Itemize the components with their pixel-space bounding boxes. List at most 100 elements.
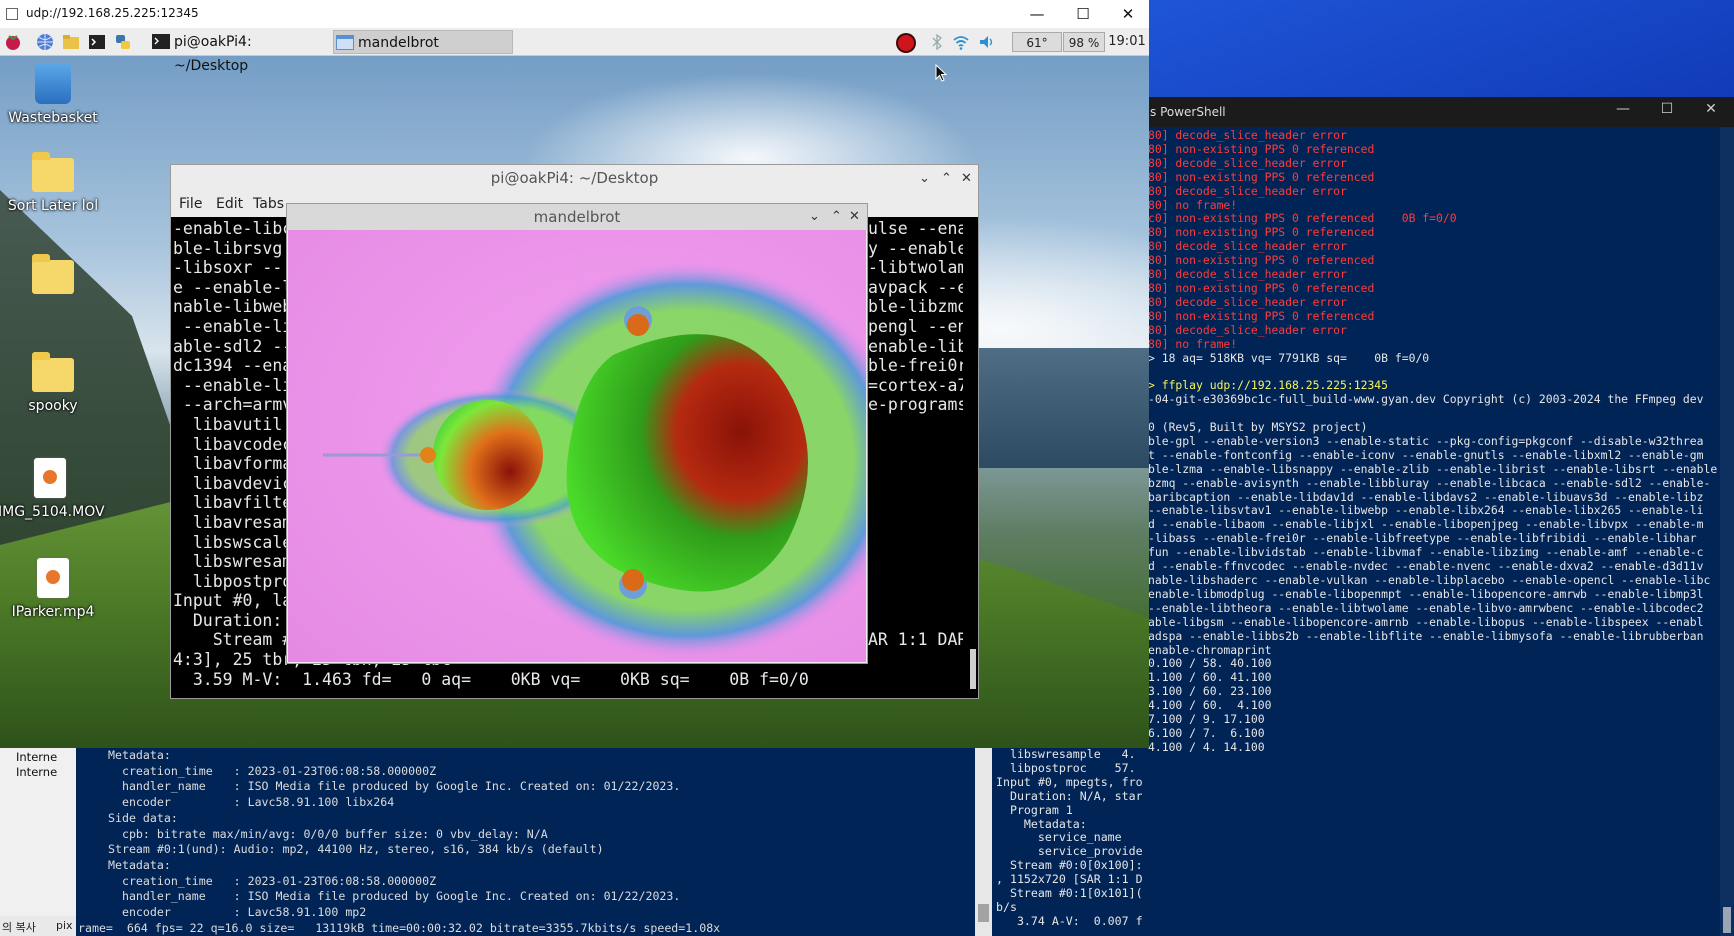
terminal-right-text: ulse --ena y --enable -libtwolam avpack --e… xyxy=(868,219,963,650)
terminal-line: ulse --ena xyxy=(868,219,963,238)
desktop-icon-sort-later[interactable]: Sort Later lol xyxy=(0,152,108,215)
terminal-line: enable-lib xyxy=(868,336,963,356)
chevron-down-icon[interactable]: ⌄ xyxy=(809,204,820,230)
terminal-line: Duration: xyxy=(173,610,283,630)
console-line: d --enable-libaom --enable-libjxl --enab… xyxy=(1148,517,1704,532)
console-line: nable-libshaderc --enable-vulkan --enabl… xyxy=(1148,573,1711,587)
console-line: Stream #0:1[0x101](und): Audio: mp2 (mp3… xyxy=(1009,886,1142,901)
mandelbrot-titlebar[interactable]: mandelbrot ⌄ ⌃ ✕ xyxy=(287,204,867,230)
console-line: 7.100 / 9. 17.100 xyxy=(1148,712,1265,727)
volume-icon[interactable] xyxy=(978,33,996,51)
record-icon[interactable] xyxy=(895,32,917,54)
console-line: Program 1 xyxy=(996,802,1073,817)
cpu-temp-indicator[interactable]: 61° xyxy=(1012,32,1062,52)
file-manager-icon[interactable] xyxy=(62,33,80,51)
chevron-up-icon[interactable]: ⌃ xyxy=(831,204,842,230)
panel-item-internet-2[interactable]: Interne xyxy=(16,765,57,779)
python-icon[interactable] xyxy=(114,33,132,51)
powershell-close-button[interactable]: ✕ xyxy=(1697,101,1725,123)
explorer-side-panel: Interne Interne xyxy=(0,748,80,936)
wifi-icon[interactable] xyxy=(952,33,970,51)
console-line: 80] no frame! xyxy=(1148,197,1238,212)
console-line: 4.100 / 60. 4.100 xyxy=(1148,698,1272,713)
console-line: -libass --enable-frei0r --enable-libfree… xyxy=(1148,531,1697,546)
terminal-title: pi@oakPi4: ~/Desktop xyxy=(490,169,659,187)
terminal-line: libavcodec xyxy=(173,434,293,454)
cpu-usage-indicator[interactable]: 98 % xyxy=(1063,32,1105,52)
console-line: Duration: N/A, start: 1.400000, bitrate:… xyxy=(1009,788,1142,803)
terminal-line: Stream # xyxy=(173,630,293,650)
panel-item-internet-1[interactable]: Interne xyxy=(16,750,57,764)
terminal-line: pengl --en xyxy=(868,316,963,336)
close-icon[interactable]: ✕ xyxy=(961,165,972,192)
terminal-titlebar[interactable]: pi@oakPi4: ~/Desktop ⌄ ⌃ ✕ xyxy=(171,165,978,192)
menu-edit[interactable]: Edit xyxy=(216,196,243,212)
raspberry-menu-icon[interactable] xyxy=(4,33,22,51)
chevron-down-icon[interactable]: ⌄ xyxy=(919,165,930,192)
console-line: Stream #0:1(und): Audio: mp2, 44100 Hz, … xyxy=(108,842,604,857)
mandelbrot-video-frame[interactable] xyxy=(288,230,866,662)
powershell-minimize-button[interactable]: — xyxy=(1609,101,1637,123)
terminal-line: libavfilte xyxy=(173,493,293,513)
desktop-icon-label: IMG_5104.MOV xyxy=(0,504,105,520)
browser-icon[interactable] xyxy=(36,33,54,51)
vnc-close-button[interactable]: ✕ xyxy=(1105,2,1151,26)
terminal-icon[interactable] xyxy=(88,33,106,51)
console-line: 4.100 / 4. 14.100 xyxy=(1148,739,1265,754)
menu-tabs[interactable]: Tabs xyxy=(253,196,284,212)
console-line: 0.100 / 58. 40.100 xyxy=(1148,656,1272,671)
vnc-maximize-button[interactable]: ☐ xyxy=(1060,2,1106,26)
taskbar-label[interactable]: 의 복사 xyxy=(2,919,36,935)
desktop-icon-wastebasket[interactable]: Wastebasket xyxy=(0,64,108,127)
close-icon[interactable]: ✕ xyxy=(849,204,860,230)
console-line: 80] decode_slice_header error xyxy=(1148,239,1347,254)
taskbar-terminal-button[interactable]: pi@oakPi4: ~/Desktop xyxy=(150,30,322,74)
powershell-output[interactable]: 80] decode_slice_header error 80] non-exi… xyxy=(1148,129,1718,929)
menu-file[interactable]: File xyxy=(179,196,202,212)
terminal-line: ble-libzmq xyxy=(868,297,963,317)
console-line: fun --enable-libvidstab --enable-libvmaf… xyxy=(1148,545,1704,560)
powershell-scrollbar[interactable] xyxy=(1720,127,1734,936)
window-icon xyxy=(336,35,354,50)
taskbar-mandelbrot-button[interactable]: mandelbrot xyxy=(333,30,513,54)
terminal-icon xyxy=(152,34,170,49)
powershell-titlebar[interactable]: s PowerShell — ☐ ✕ xyxy=(1140,97,1734,127)
video-file-icon xyxy=(34,458,66,498)
vnc-titlebar[interactable]: udp://192.168.25.225:12345 — ☐ ✕ xyxy=(0,0,1149,28)
powershell-scrollbar-thumb[interactable] xyxy=(1723,907,1731,933)
desktop-icon-label: spooky xyxy=(28,398,78,414)
powershell-bottom-lines[interactable]: libswresample 4. 14.100 / 4. 14.100 libp… xyxy=(996,748,1142,929)
bluetooth-icon[interactable] xyxy=(928,33,946,51)
console-line: enable-libmodplug --enable-libopenmpt --… xyxy=(1148,586,1704,601)
vnc-minimize-button[interactable]: — xyxy=(1014,2,1060,26)
console-line: Metadata: xyxy=(996,816,1087,831)
bottom-console-output[interactable]: Metadata: creation_time : 2023-01-23T06:… xyxy=(78,748,720,936)
powershell-maximize-button[interactable]: ☐ xyxy=(1653,101,1681,123)
vnc-title: udp://192.168.25.225:12345 xyxy=(26,6,199,20)
folder-icon xyxy=(32,352,74,392)
terminal-line: -libsoxr -- xyxy=(173,258,283,278)
desktop-icon-label: Wastebasket xyxy=(8,110,98,126)
terminal-scrollbar[interactable] xyxy=(969,219,977,697)
desktop-icon-spooky[interactable]: spooky xyxy=(0,352,108,415)
clock[interactable]: 19:01 xyxy=(1106,32,1148,52)
bottom-console-scrollbar-thumb[interactable] xyxy=(978,904,989,922)
console-line: baribcaption --enable-libdav1d --enable-… xyxy=(1148,489,1704,504)
console-line: c0] non-existing PPS 0 referenced 0B f=0… xyxy=(1148,211,1457,226)
bottom-console-window: Metadata: creation_time : 2023-01-23T06:… xyxy=(76,748,994,936)
desktop-icon-img-5104[interactable]: IMG_5104.MOV xyxy=(0,458,105,521)
terminal-scrollbar-thumb[interactable] xyxy=(970,649,976,689)
chevron-up-icon[interactable]: ⌃ xyxy=(941,165,952,192)
desktop-icon-folder[interactable] xyxy=(0,254,108,300)
terminal-line: ble-librsvg xyxy=(173,238,283,258)
desktop-icon-iparker[interactable]: IParker.mp4 xyxy=(0,558,108,621)
taskbar-label-2[interactable]: pix xyxy=(56,919,73,932)
bottom-console-scrollbar[interactable] xyxy=(975,748,992,936)
console-line: --enable-libtheora --enable-libtwolame -… xyxy=(1148,600,1704,615)
